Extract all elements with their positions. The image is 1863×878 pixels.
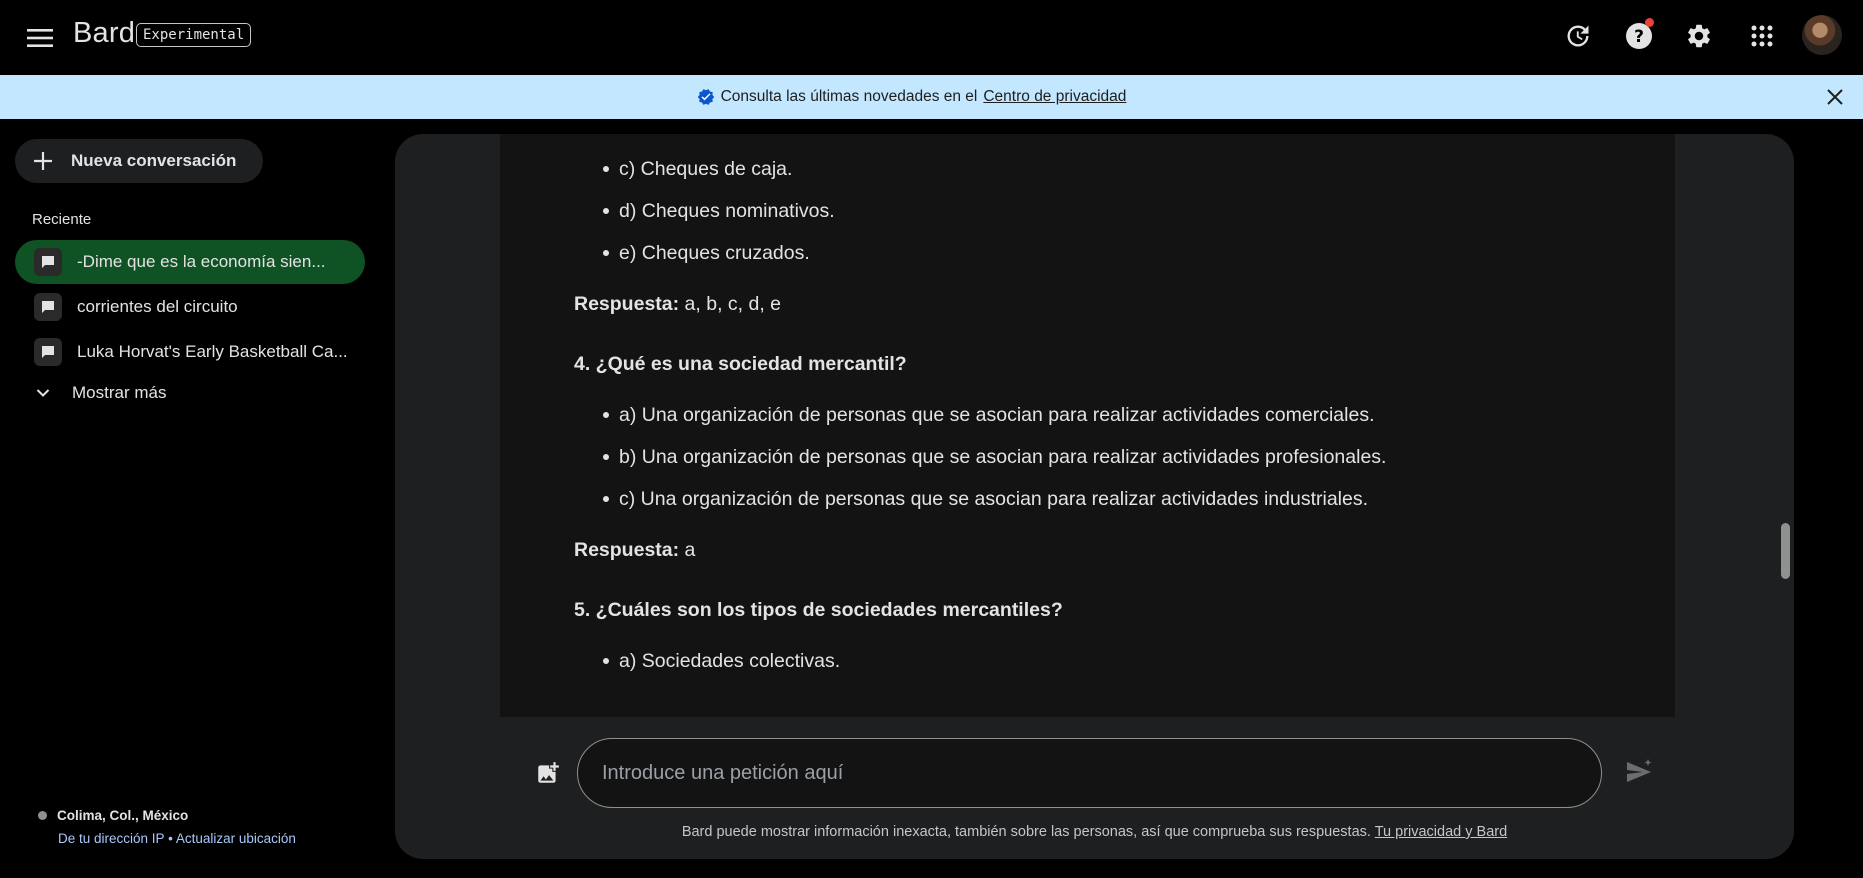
list-item: c) Cheques de caja. bbox=[574, 148, 1634, 190]
upload-image-button[interactable] bbox=[532, 757, 564, 789]
verified-icon bbox=[697, 89, 714, 105]
location-dot bbox=[38, 811, 47, 820]
privacy-center-link[interactable]: Centro de privacidad bbox=[983, 88, 1126, 106]
apps-icon bbox=[1751, 25, 1773, 47]
location-info: Colima, Col., México De tu dirección IP … bbox=[38, 808, 296, 846]
chevron-down-icon bbox=[36, 389, 50, 397]
apps-button[interactable] bbox=[1742, 16, 1782, 56]
list-item: b) bbox=[574, 134, 1634, 148]
avatar[interactable] bbox=[1802, 15, 1842, 55]
new-chat-button[interactable]: Nueva conversación bbox=[15, 139, 263, 183]
history-button[interactable] bbox=[1558, 16, 1598, 56]
answer-value: a bbox=[684, 539, 696, 561]
conversation-content: b) c) Cheques de caja. d) Cheques nomina… bbox=[500, 134, 1675, 717]
answer-value: a, b, c, d, e bbox=[684, 293, 782, 315]
main-panel: b) c) Cheques de caja. d) Cheques nomina… bbox=[395, 134, 1794, 859]
menu-icon bbox=[27, 29, 53, 47]
answer-line: Respuesta: a bbox=[574, 520, 1634, 580]
privacy-link[interactable]: Tu privacidad y Bard bbox=[1375, 824, 1507, 840]
top-bar: Bard Experimental ? bbox=[0, 0, 1863, 75]
history-icon bbox=[1567, 25, 1589, 47]
conversation-item[interactable]: corrientes del circuito bbox=[15, 285, 365, 329]
send-button[interactable] bbox=[1621, 755, 1657, 791]
settings-button[interactable] bbox=[1679, 16, 1719, 56]
question-heading: 5. ¿Cuáles son los tipos de sociedades m… bbox=[574, 599, 1063, 621]
send-icon bbox=[1627, 759, 1652, 782]
help-button[interactable]: ? bbox=[1619, 16, 1659, 56]
conversation-item[interactable]: Luka Horvat's Early Basketball Ca... bbox=[15, 330, 365, 374]
chat-icon bbox=[34, 293, 62, 321]
scrollbar-thumb[interactable] bbox=[1781, 523, 1790, 579]
ip-location-link[interactable]: De tu dirección IP bbox=[58, 831, 164, 846]
close-icon bbox=[1827, 89, 1843, 105]
settings-icon bbox=[1688, 24, 1710, 48]
show-more-label: Mostrar más bbox=[72, 383, 167, 402]
answer-line: Respuesta: a, b, c, d, e bbox=[574, 274, 1634, 334]
question-heading: 4. ¿Qué es una sociedad mercantil? bbox=[574, 353, 907, 375]
notification-dot bbox=[1645, 18, 1654, 27]
conversation-item[interactable]: -Dime que es la economía sien... bbox=[15, 240, 365, 284]
update-location-link[interactable]: Actualizar ubicación bbox=[176, 831, 296, 846]
location-place: Colima, Col., México bbox=[57, 808, 189, 823]
chat-icon bbox=[34, 248, 62, 276]
recent-label: Reciente bbox=[32, 211, 92, 228]
response-text: b) c) Cheques de caja. d) Cheques nomina… bbox=[574, 134, 1634, 682]
plus-icon bbox=[34, 152, 52, 170]
add-image-icon bbox=[538, 762, 559, 783]
new-chat-label: Nueva conversación bbox=[71, 151, 237, 170]
menu-button[interactable] bbox=[22, 20, 58, 56]
answer-label: Respuesta: bbox=[574, 539, 680, 561]
answer-label: Respuesta: bbox=[574, 293, 680, 315]
list-item: a) Sociedades colectivas. bbox=[574, 640, 1634, 682]
privacy-banner: Consulta las últimas novedades en el Cen… bbox=[0, 75, 1863, 119]
banner-close-button[interactable] bbox=[1823, 85, 1847, 109]
svg-text:?: ? bbox=[1634, 27, 1644, 47]
disclaimer: Bard puede mostrar información inexacta,… bbox=[395, 824, 1794, 840]
banner-text: Consulta las últimas novedades en el bbox=[720, 88, 978, 105]
list-item: e) Cheques cruzados. bbox=[574, 232, 1634, 274]
list-item: a) Una organización de personas que se a… bbox=[574, 394, 1634, 436]
conversation-title: -Dime que es la economía sien... bbox=[77, 252, 326, 271]
disclaimer-text: Bard puede mostrar información inexacta,… bbox=[681, 824, 1371, 840]
conversation-title: Luka Horvat's Early Basketball Ca... bbox=[77, 342, 348, 361]
prompt-input[interactable] bbox=[577, 738, 1602, 808]
list-item: c) Una organización de personas que se a… bbox=[574, 478, 1634, 520]
conversation-title: corrientes del circuito bbox=[77, 297, 238, 316]
show-more-button[interactable]: Mostrar más bbox=[36, 383, 166, 403]
list-item: d) Cheques nominativos. bbox=[574, 190, 1634, 232]
experimental-badge: Experimental bbox=[136, 23, 252, 47]
location-separator: • bbox=[168, 831, 173, 846]
list-item: b) Una organización de personas que se a… bbox=[574, 436, 1634, 478]
chat-icon bbox=[34, 338, 62, 366]
brand-name[interactable]: Bard bbox=[73, 17, 135, 50]
